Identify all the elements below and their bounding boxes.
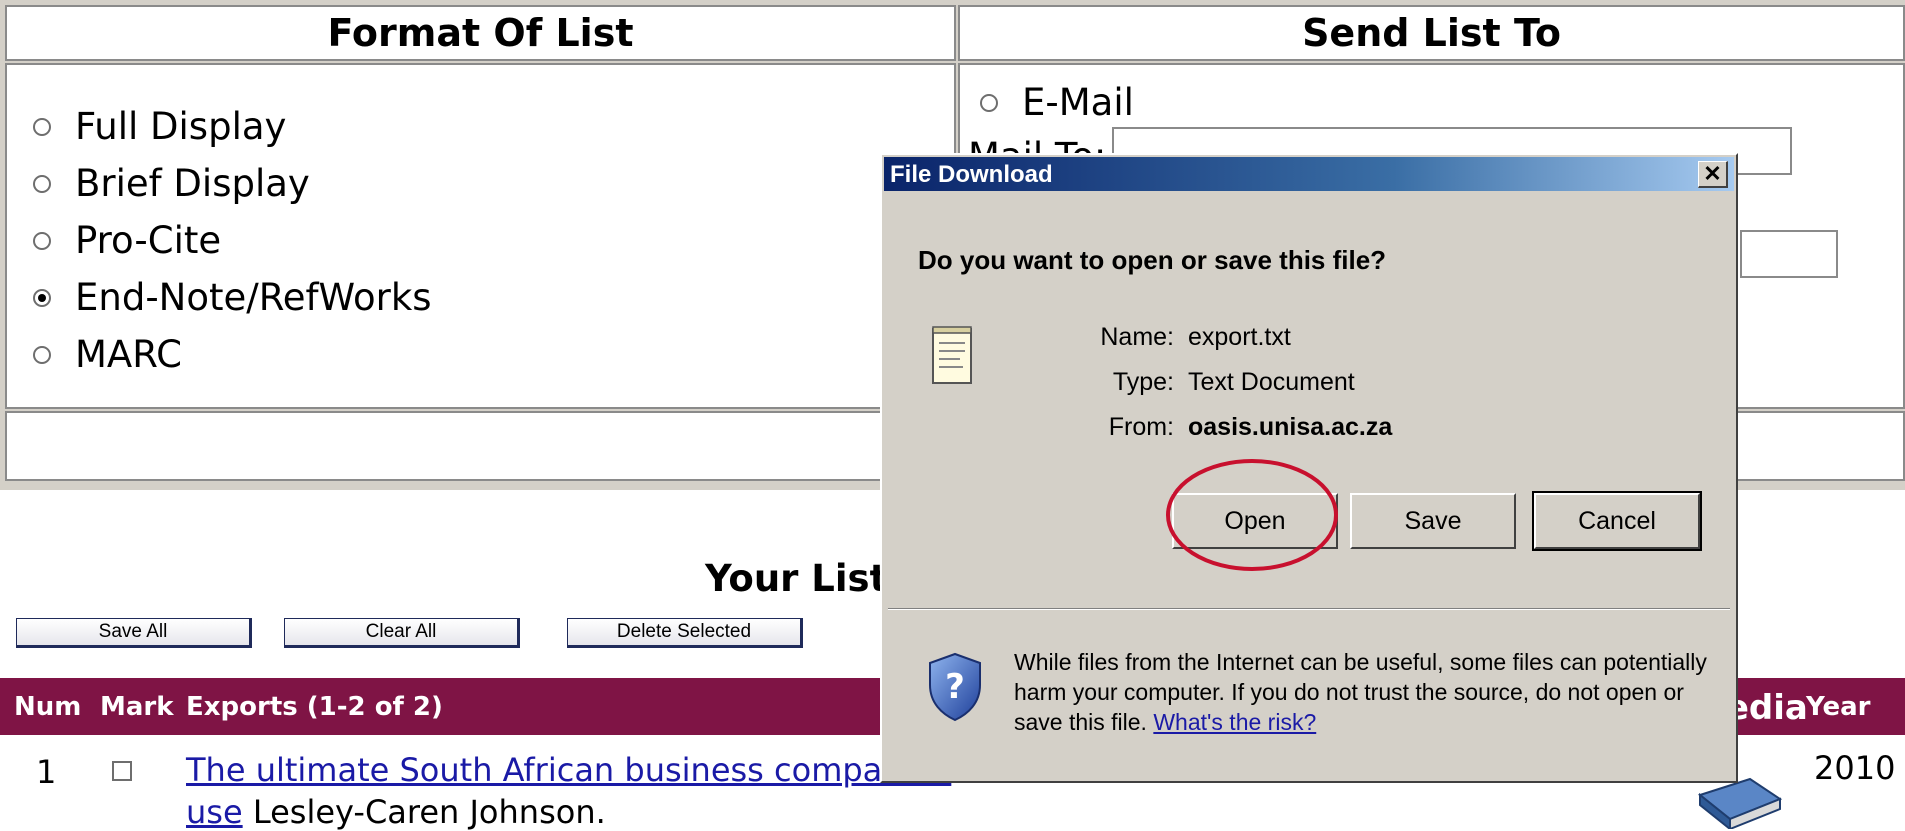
from-value: oasis.unisa.ac.za: [1188, 413, 1393, 441]
dialog-question: Do you want to open or save this file?: [918, 245, 1387, 275]
whats-the-risk-link[interactable]: What's the risk?: [1153, 709, 1316, 735]
book-media-icon[interactable]: [1690, 775, 1790, 829]
radio-brief-display[interactable]: [33, 174, 51, 193]
row-author: Lesley-Caren Johnson.: [252, 793, 606, 831]
column-num: Num: [14, 692, 82, 722]
radio-full-display[interactable]: [33, 117, 51, 136]
secondary-input[interactable]: [1740, 230, 1838, 278]
from-label: From:: [1108, 413, 1174, 441]
row-num: 1: [36, 753, 57, 791]
highlight-circle: [1166, 459, 1338, 571]
type-value: Text Document: [1188, 368, 1355, 396]
column-exports: Exports (1-2 of 2): [186, 692, 443, 722]
send-option-email[interactable]: E-Mail: [980, 81, 1134, 124]
format-option-brief-display[interactable]: Brief Display: [33, 162, 310, 205]
security-warning: While files from the Internet can be use…: [1014, 647, 1714, 737]
column-year: Year: [1806, 692, 1871, 722]
format-option-endnote-refworks[interactable]: End-Note/RefWorks: [33, 276, 432, 319]
format-option-full-display[interactable]: Full Display: [33, 105, 286, 148]
format-option-marc[interactable]: MARC: [33, 333, 182, 376]
format-option-label: Brief Display: [75, 162, 310, 205]
row-title-line2: use Lesley-Caren Johnson.: [186, 793, 606, 831]
clear-all-button[interactable]: Clear All: [284, 618, 520, 648]
send-list-to-header: Send List To: [958, 5, 1905, 61]
row-title-link[interactable]: The ultimate South African business comp…: [186, 751, 951, 789]
row-year: 2010: [1814, 749, 1896, 787]
email-label: E-Mail: [1022, 81, 1134, 124]
your-list-title: Your List: [705, 557, 888, 600]
format-option-label: MARC: [75, 333, 182, 376]
format-of-list-header: Format Of List: [5, 5, 956, 61]
radio-endnote-refworks[interactable]: [33, 288, 51, 307]
format-option-pro-cite[interactable]: Pro-Cite: [33, 219, 221, 262]
format-of-list-title: Format Of List: [327, 11, 634, 55]
row-title-link-continued[interactable]: use: [186, 793, 243, 831]
close-icon: ✕: [1703, 161, 1722, 186]
format-option-label: Pro-Cite: [75, 219, 222, 262]
radio-pro-cite[interactable]: [33, 231, 51, 250]
svg-text:?: ?: [945, 667, 965, 707]
cancel-button[interactable]: Cancel: [1532, 491, 1702, 551]
dialog-separator: [888, 608, 1730, 610]
name-label: Name:: [1100, 323, 1174, 351]
save-all-button[interactable]: Save All: [16, 618, 252, 648]
format-option-label: Full Display: [75, 105, 287, 148]
format-panel: Full Display Brief Display Pro-Cite End-…: [5, 63, 956, 409]
type-label: Type:: [1112, 368, 1174, 396]
format-option-label: End-Note/RefWorks: [75, 276, 432, 319]
send-list-to-title: Send List To: [1302, 11, 1561, 55]
delete-selected-button[interactable]: Delete Selected: [567, 618, 803, 648]
dialog-title: File Download: [890, 161, 1053, 188]
text-document-icon: [932, 326, 972, 384]
file-download-dialog: File Download ✕ Do you want to open or s…: [880, 153, 1738, 783]
radio-marc[interactable]: [33, 345, 51, 364]
column-mark: Mark: [100, 692, 174, 722]
name-value: export.txt: [1188, 323, 1291, 351]
warning-text: While files from the Internet can be use…: [1014, 649, 1707, 735]
save-button[interactable]: Save: [1350, 493, 1516, 549]
shield-question-icon: ?: [929, 652, 981, 722]
row-mark-checkbox[interactable]: [112, 761, 132, 781]
dialog-titlebar[interactable]: File Download ✕: [884, 157, 1734, 191]
radio-email[interactable]: [980, 93, 998, 112]
close-button[interactable]: ✕: [1698, 161, 1728, 188]
